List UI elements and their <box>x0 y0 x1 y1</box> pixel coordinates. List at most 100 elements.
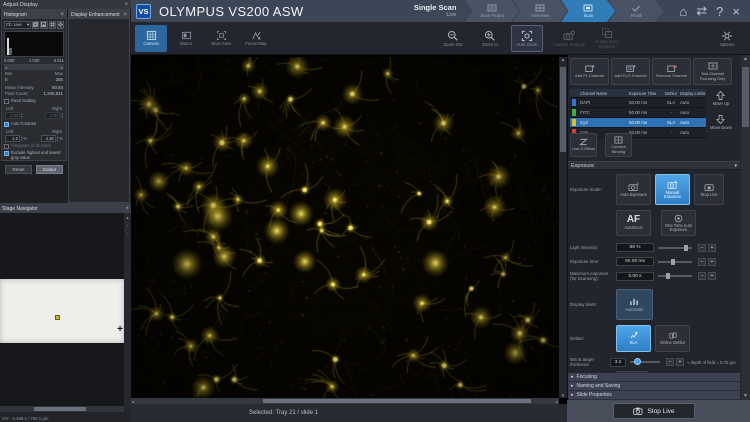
scrollbar-thumb[interactable] <box>34 407 86 411</box>
deblur-sla-button[interactable]: SLA <box>616 325 651 352</box>
step-scan-project[interactable]: Scan Project <box>465 0 519 22</box>
remove-channel-button[interactable]: Remove Channel <box>652 58 691 85</box>
stage-position-marker[interactable] <box>55 315 60 320</box>
channel-row-cy3-selected[interactable]: Cy3 50.00 ms SLA Auto <box>570 118 706 128</box>
autofocus-button[interactable]: AF Autofocus <box>616 210 651 236</box>
fixed-right-field[interactable]: 4.00 ▴▾ <box>45 112 63 119</box>
scrollbar-thumb[interactable] <box>263 399 531 403</box>
increment-button[interactable]: + <box>708 258 716 266</box>
one-time-auto-exposure-button[interactable]: One Time Auto Exposure <box>661 210 696 236</box>
checkbox-checked-icon[interactable] <box>4 151 9 156</box>
checkbox-checked-icon[interactable] <box>4 122 9 127</box>
scroll-down-icon[interactable]: ▼ <box>561 393 565 398</box>
step-overview[interactable]: Overview <box>513 0 567 22</box>
section-slide-properties[interactable]: ▸ Slide Properties <box>568 391 740 400</box>
histogram-plot[interactable] <box>4 31 64 57</box>
max-exposure-slider[interactable] <box>658 275 692 277</box>
section-naming-saving[interactable]: ▸ Naming and Saving <box>568 382 740 391</box>
checkbox-icon[interactable] <box>4 99 9 104</box>
manual-exposure-button[interactable]: Manual Exposure <box>655 174 690 205</box>
close-icon[interactable]: × <box>60 12 64 18</box>
spinner-arrows-icon[interactable]: ▴▾ <box>21 113 23 119</box>
test-channel-focusing-button[interactable]: Test Channel Focusing Only <box>693 58 732 85</box>
home-icon[interactable]: ⌂ <box>679 4 687 19</box>
camera-binning-button[interactable]: Camera Binning <box>605 133 632 157</box>
settings-icon[interactable] <box>57 21 64 29</box>
scan-area-button[interactable]: Scan Area <box>205 25 237 52</box>
all-pixels-checkbox[interactable]: Histogram of all pixels <box>2 144 66 149</box>
max-exposure-value[interactable]: 5.00 s <box>616 272 654 281</box>
step-scan[interactable]: Scan <box>561 0 615 22</box>
online-deblur-button[interactable]: Online Deblur <box>655 325 690 352</box>
colour-button[interactable]: Colour <box>36 165 63 174</box>
create-scan-regions-button[interactable]: Create Scan Regions <box>591 25 623 52</box>
increment-button[interactable]: + <box>708 272 716 280</box>
ws-thickness-slider[interactable] <box>630 361 660 363</box>
zoom-out-icon[interactable]: − <box>126 231 128 236</box>
capture-settings-button[interactable]: Capture Settings <box>553 25 585 52</box>
scroll-up-icon[interactable]: ▲ <box>743 56 748 62</box>
scrollbar-thumb[interactable] <box>560 67 566 152</box>
zoom-in-button[interactable]: Zoom In <box>474 25 506 52</box>
use-z-offset-button[interactable]: Use Z-Offset <box>570 133 597 157</box>
add-fl-channel-button[interactable]: Add FL Channel <box>570 58 609 85</box>
move-down-button[interactable]: Move Down <box>710 115 732 130</box>
exclude-gray-checkbox[interactable]: Exclude highest and lowest gray value <box>2 151 66 161</box>
auto-right-field[interactable]: 4.36 ▴▾ % <box>41 135 63 142</box>
add-tlo-channel-button[interactable]: Add TLO Channel <box>611 58 650 85</box>
decrement-button[interactable]: − <box>666 358 674 366</box>
stage-navigator-titlebar[interactable]: Stage Navigator × <box>0 204 131 213</box>
ws-thickness-value[interactable]: 3.2 <box>610 358 626 367</box>
enhancement-tab[interactable]: Display Enhancement × <box>69 10 129 19</box>
navigator-upper-area[interactable] <box>0 213 124 279</box>
histogram-range-slider[interactable]: ◂ ▸ <box>4 64 64 70</box>
channel-row-fitc[interactable]: FITC 50.00 ms - Auto <box>570 108 706 118</box>
spinner-arrows-icon[interactable]: ▴▾ <box>61 113 63 119</box>
fixed-scaling-checkbox[interactable]: Fixed Scaling <box>2 99 66 104</box>
navigator-lower-area[interactable] <box>0 343 124 408</box>
display-limits-auto-button[interactable]: Automatic <box>616 289 653 320</box>
close-icon[interactable]: × <box>732 4 740 19</box>
fluorescence-live-image[interactable] <box>131 57 559 398</box>
section-focusing[interactable]: ▸ Focusing <box>568 373 740 382</box>
scroll-right-icon[interactable]: ▸ <box>61 65 63 70</box>
auto-left-field[interactable]: 1.2 ▴▾ % <box>5 135 27 142</box>
options-button[interactable]: Options <box>711 25 743 52</box>
grid-icon[interactable] <box>49 21 56 29</box>
channel-select[interactable]: Ch: Live ▾ <box>4 21 31 29</box>
reset-button[interactable]: Reset <box>5 165 32 174</box>
exposure-section-header[interactable]: Exposure ▾ <box>568 161 740 170</box>
zoom-out-button[interactable]: Zoom Out <box>437 25 469 52</box>
light-intensity-value[interactable]: 88 % <box>616 243 654 252</box>
stop-live-button[interactable]: Stop Live <box>613 403 695 419</box>
scrollbar-thumb[interactable] <box>742 67 749 127</box>
spinner-arrows-icon[interactable]: ▴▾ <box>57 136 59 142</box>
exposure-time-slider[interactable] <box>658 261 692 263</box>
stop-live-mode-button[interactable]: Stop Live <box>694 174 724 205</box>
help-icon[interactable]: ? <box>716 4 723 19</box>
light-intensity-slider[interactable] <box>658 247 692 249</box>
scroll-right-icon[interactable]: ▸ <box>556 399 558 404</box>
increment-button[interactable]: + <box>708 244 716 252</box>
step-finish[interactable]: Finish <box>609 0 663 22</box>
auto-exposure-button[interactable]: A Auto Exposure <box>616 174 651 205</box>
navigator-horizontal-scrollbar[interactable] <box>0 406 124 412</box>
scroll-down-icon[interactable]: ▼ <box>743 393 748 399</box>
navigator-tool-strip[interactable]: ▲ + − <box>124 213 131 409</box>
macro-view-button[interactable]: Macro <box>170 25 202 52</box>
close-icon[interactable]: × <box>125 206 129 212</box>
slide-overview-map[interactable]: + <box>0 279 124 343</box>
close-icon[interactable]: × <box>123 12 127 18</box>
fixed-left-field[interactable]: 1.00 ▴▾ <box>5 112 23 119</box>
auto-zoom-button[interactable]: Auto Zoom <box>511 25 543 52</box>
decrement-button[interactable]: − <box>698 244 706 252</box>
close-icon[interactable]: × <box>124 2 128 8</box>
checkbox-icon[interactable] <box>4 144 9 149</box>
increment-button[interactable]: + <box>676 358 684 366</box>
scroll-up-icon[interactable]: ▲ <box>126 215 130 220</box>
scroll-up-icon[interactable]: ▲ <box>561 57 565 62</box>
save-icon[interactable] <box>40 21 47 29</box>
move-up-button[interactable]: Move Up <box>713 91 730 106</box>
scroll-left-icon[interactable]: ◂ <box>132 399 134 404</box>
scroll-left-icon[interactable]: ◂ <box>5 65 7 70</box>
